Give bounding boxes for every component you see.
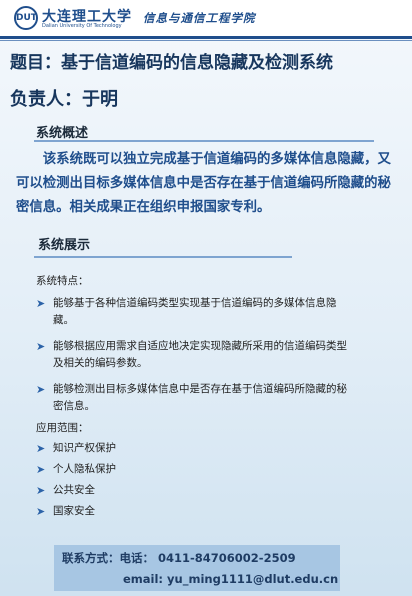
university-logo-icon: DUT (14, 6, 38, 30)
list-item: ➤ 知识产权保护 (36, 440, 116, 461)
phone-number[interactable]: 0411-84706002-2509 (158, 551, 296, 565)
application-list: ➤ 知识产权保护 ➤ 个人隐私保护 ➤ 公共安全 ➤ 国家安全 (36, 440, 116, 524)
contact-email-row: email: yu_ming1111@dlut.edu.cn (123, 572, 338, 586)
feature-list: ➤ 能够基于各种信道编码类型实现基于信道编码的多媒体信息隐藏。 ➤ 能够根据应用… (36, 295, 356, 424)
arrow-right-icon: ➤ (36, 505, 46, 518)
email-link[interactable]: yu_ming1111@dlut.edu.cn (167, 572, 338, 586)
application-text: 知识产权保护 (53, 442, 116, 454)
feature-text: 能够检测出目标多媒体信息中是否存在基于信道编码所隐藏的秘密信息。 (53, 383, 347, 412)
list-item: ➤ 能够基于各种信道编码类型实现基于信道编码的多媒体信息隐藏。 (36, 295, 356, 329)
overview-text: 该系统既可以独立完成基于信道编码的多媒体信息隐藏，又可以检测出目标多媒体信息中是… (16, 152, 391, 215)
list-item: ➤ 个人隐私保护 (36, 461, 116, 482)
header-divider-thin (0, 40, 412, 41)
feature-text: 能够基于各种信道编码类型实现基于信道编码的多媒体信息隐藏。 (53, 297, 337, 326)
header-divider (0, 36, 412, 39)
header: DUT 大连理工大学 Dalian University Of Technolo… (0, 0, 412, 36)
contact-label: 联系方式： (62, 551, 120, 565)
arrow-right-icon: ➤ (36, 484, 46, 497)
contact-box: 联系方式：电话： 0411-84706002-2509 email: yu_mi… (54, 545, 340, 591)
arrow-right-icon: ➤ (36, 383, 46, 396)
showcase-rule (34, 256, 292, 258)
feature-text: 能够根据应用需求自适应地决定实现隐藏所采用的信道编码类型及相关的编码参数。 (53, 340, 347, 369)
arrow-right-icon: ➤ (36, 297, 46, 310)
overview-heading: 系统概述 (36, 126, 89, 141)
arrow-right-icon: ➤ (36, 340, 46, 353)
application-text: 国家安全 (53, 505, 95, 517)
application-text: 个人隐私保护 (53, 463, 116, 475)
project-title: 题目：基于信道编码的信息隐藏及检测系统 (10, 53, 333, 73)
list-item: ➤ 国家安全 (36, 503, 116, 524)
contact-phone-row: 联系方式：电话： 0411-84706002-2509 (62, 550, 296, 566)
list-item: ➤ 公共安全 (36, 482, 116, 503)
university-name-en: Dalian University Of Technology (42, 23, 122, 29)
application-text: 公共安全 (53, 484, 95, 496)
project-owner: 负责人：于明 (10, 89, 118, 110)
arrow-right-icon: ➤ (36, 442, 46, 455)
showcase-heading: 系统展示 (38, 238, 91, 253)
list-item: ➤ 能够检测出目标多媒体信息中是否存在基于信道编码所隐藏的秘密信息。 (36, 381, 356, 415)
features-label: 系统特点： (36, 275, 89, 287)
school-name: 信息与通信工程学院 (143, 11, 256, 25)
phone-label: 电话： (119, 551, 155, 565)
arrow-right-icon: ➤ (36, 463, 46, 476)
applications-label: 应用范围： (36, 422, 89, 434)
list-item: ➤ 能够根据应用需求自适应地决定实现隐藏所采用的信道编码类型及相关的编码参数。 (36, 338, 356, 372)
overview-rule (34, 140, 374, 142)
email-label: email: (123, 572, 164, 586)
title-block: 题目：基于信道编码的信息隐藏及检测系统 负责人：于明 (10, 48, 402, 111)
